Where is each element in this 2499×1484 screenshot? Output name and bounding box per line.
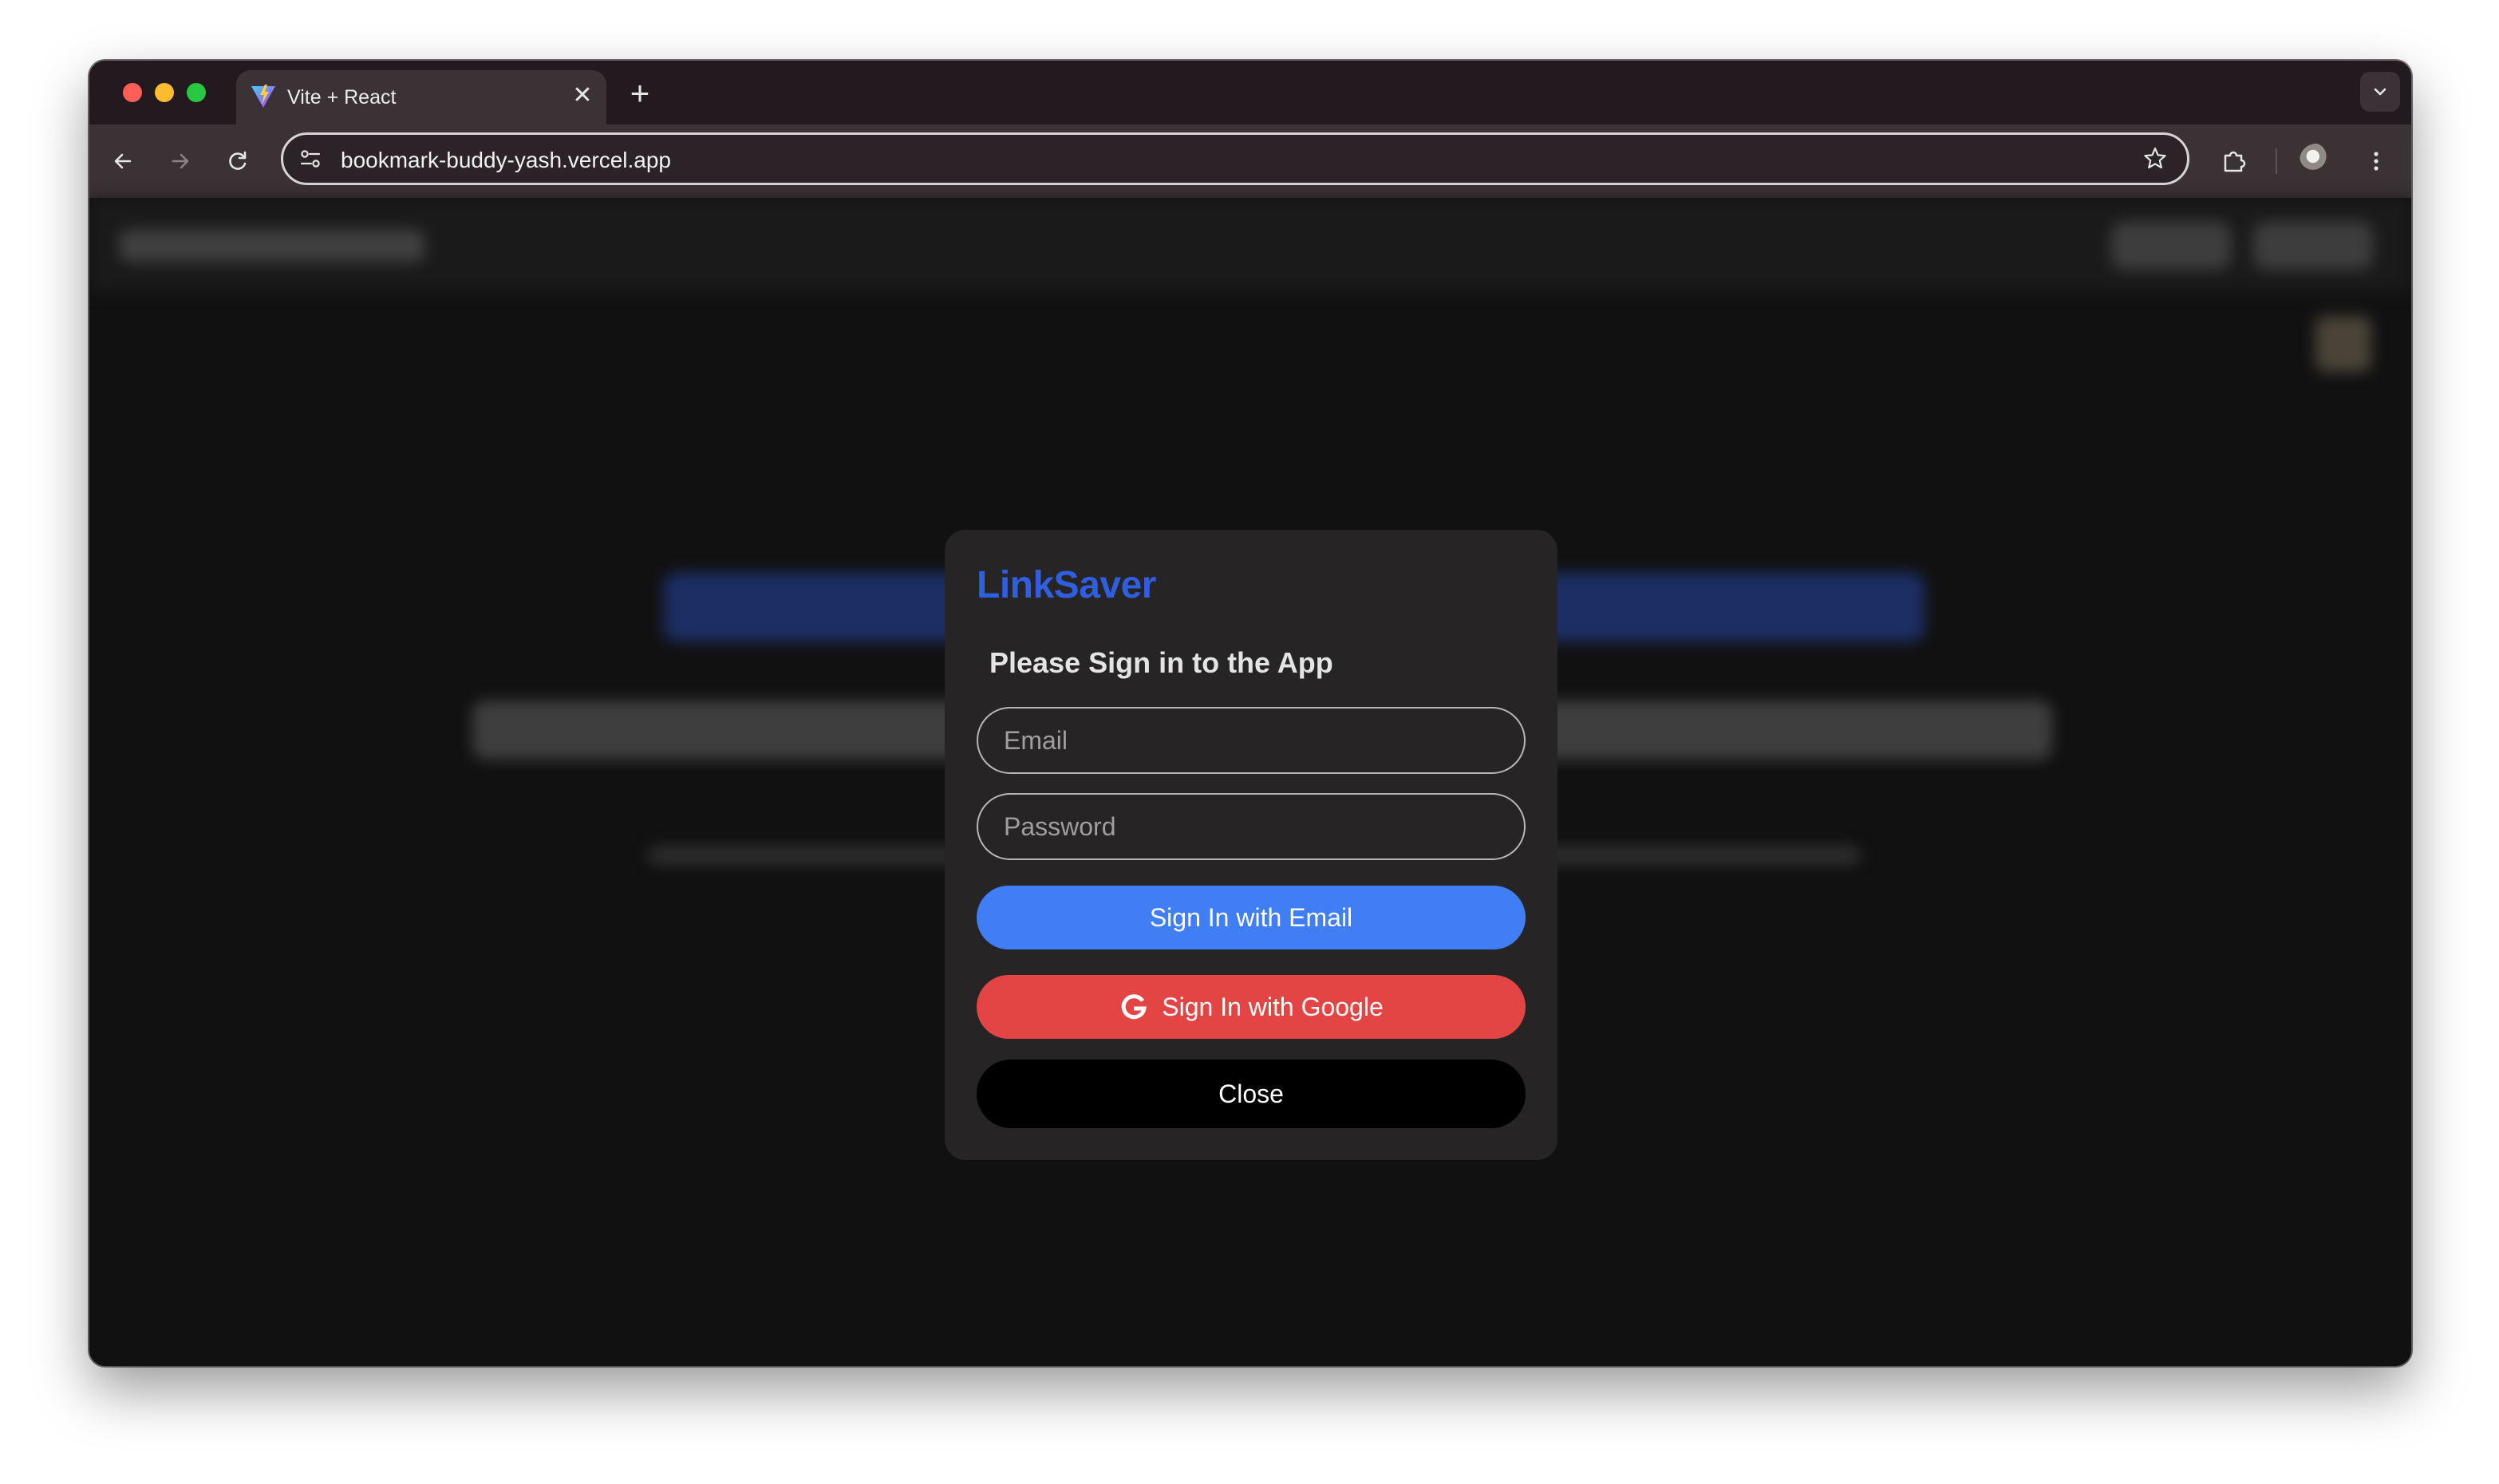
browser-menu-button[interactable] (2360, 145, 2392, 177)
reload-icon (229, 151, 247, 170)
web-page: LinkSaver Please Sign in to the App Sign… (89, 198, 2411, 1366)
tab-close-icon[interactable]: ✕ (570, 83, 595, 109)
background-navbar (89, 198, 2411, 292)
sign-in-google-label: Sign In with Google (1162, 992, 1384, 1021)
browser-window: Vite + React ✕ + bookmark-buddy-yash.ver… (89, 61, 2411, 1366)
toolbar-divider (2276, 148, 2277, 174)
close-window-button[interactable] (123, 83, 142, 102)
sign-in-email-label: Sign In with Email (1149, 902, 1353, 932)
bookmark-star-icon[interactable] (2142, 146, 2168, 172)
reload-button[interactable] (222, 145, 254, 177)
close-button-label: Close (1218, 1079, 1284, 1108)
close-button[interactable]: Close (977, 1060, 1526, 1128)
back-button[interactable] (107, 145, 139, 177)
puzzle-piece-icon (2224, 151, 2246, 172)
extensions-button[interactable] (2218, 145, 2250, 177)
forward-arrow-icon (172, 153, 189, 169)
browser-tab[interactable]: Vite + React ✕ (236, 70, 606, 124)
background-nav-button-blur (2253, 222, 2373, 270)
tab-title: Vite + React (287, 86, 397, 109)
sign-in-google-button[interactable]: Sign In with Google (977, 975, 1526, 1039)
tab-strip: Vite + React ✕ + (89, 61, 2411, 124)
site-info-icon[interactable] (298, 146, 323, 172)
minimize-window-button[interactable] (155, 83, 174, 102)
background-nav-button-blur (2111, 222, 2231, 270)
vite-favicon-icon (251, 85, 275, 108)
back-arrow-icon (114, 153, 132, 169)
chevron-down-icon (2374, 88, 2386, 96)
email-input[interactable] (977, 707, 1526, 774)
modal-heading: Please Sign in to the App (989, 646, 1333, 679)
sign-in-email-button[interactable]: Sign In with Email (977, 886, 1526, 949)
background-brand-blur (120, 230, 424, 262)
background-theme-toggle-blur (2315, 316, 2371, 372)
profile-avatar[interactable] (2300, 144, 2333, 177)
kebab-menu-icon (2374, 152, 2379, 171)
browser-toolbar: bookmark-buddy-yash.vercel.app (89, 124, 2411, 198)
new-tab-button[interactable]: + (622, 77, 657, 112)
modal-brand: LinkSaver (977, 564, 1156, 606)
tab-search-button[interactable] (2360, 72, 2400, 112)
google-g-icon (1121, 994, 1147, 1020)
sign-in-modal: LinkSaver Please Sign in to the App Sign… (945, 530, 1557, 1160)
forward-button[interactable] (164, 145, 196, 177)
zoom-window-button[interactable] (187, 83, 206, 102)
password-input[interactable] (977, 793, 1526, 860)
address-bar[interactable]: bookmark-buddy-yash.vercel.app (281, 132, 2189, 185)
url-text: bookmark-buddy-yash.vercel.app (341, 148, 671, 172)
